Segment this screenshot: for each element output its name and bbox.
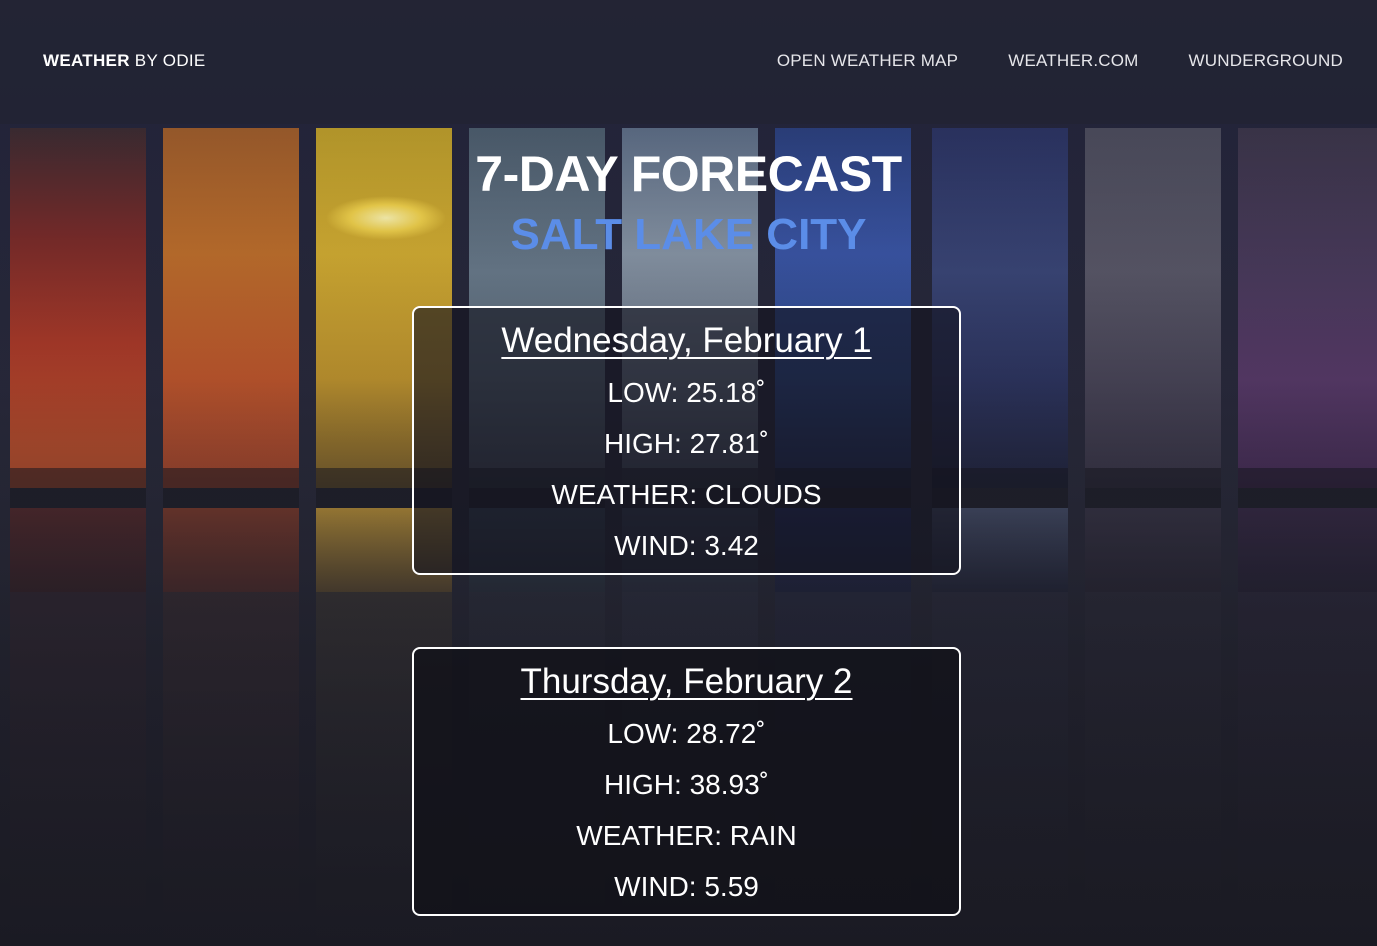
forecast-wind: WIND: 5.59 bbox=[614, 871, 759, 902]
forecast-low: LOW: 28.72˚ bbox=[607, 718, 766, 749]
forecast-wind: WIND: 3.42 bbox=[614, 530, 759, 561]
nav-link-weather-com[interactable]: WEATHER.COM bbox=[1008, 51, 1138, 71]
brand-bold: WEATHER bbox=[43, 51, 130, 70]
forecast-date: Thursday, February 2 bbox=[520, 662, 853, 701]
nav-link-wunderground[interactable]: WUNDERGROUND bbox=[1189, 51, 1343, 71]
forecast-high: HIGH: 38.93˚ bbox=[604, 769, 769, 800]
forecast-high: HIGH: 27.81˚ bbox=[604, 428, 769, 459]
forecast-card: Thursday, February 2 LOW: 28.72˚ HIGH: 3… bbox=[412, 647, 961, 916]
brand-rest: BY ODIE bbox=[129, 51, 206, 70]
forecast-weather: WEATHER: RAIN bbox=[576, 820, 797, 851]
page: WEATHER BY ODIE OPEN WEATHER MAP WEATHER… bbox=[0, 0, 1377, 946]
forecast-card: Wednesday, February 1 LOW: 25.18˚ HIGH: … bbox=[412, 306, 961, 575]
city-name: SALT LAKE CITY bbox=[510, 210, 867, 259]
forecast-date: Wednesday, February 1 bbox=[501, 321, 872, 360]
top-navbar: WEATHER BY ODIE OPEN WEATHER MAP WEATHER… bbox=[0, 0, 1377, 124]
forecast-weather: WEATHER: CLOUDS bbox=[551, 479, 822, 510]
nav-links: OPEN WEATHER MAP WEATHER.COM WUNDERGROUN… bbox=[777, 51, 1343, 71]
page-title: 7-DAY FORECAST bbox=[475, 146, 902, 202]
forecast-low: LOW: 25.18˚ bbox=[607, 377, 766, 408]
brand-logo[interactable]: WEATHER BY ODIE bbox=[43, 51, 206, 71]
nav-link-open-weather-map[interactable]: OPEN WEATHER MAP bbox=[777, 51, 958, 71]
